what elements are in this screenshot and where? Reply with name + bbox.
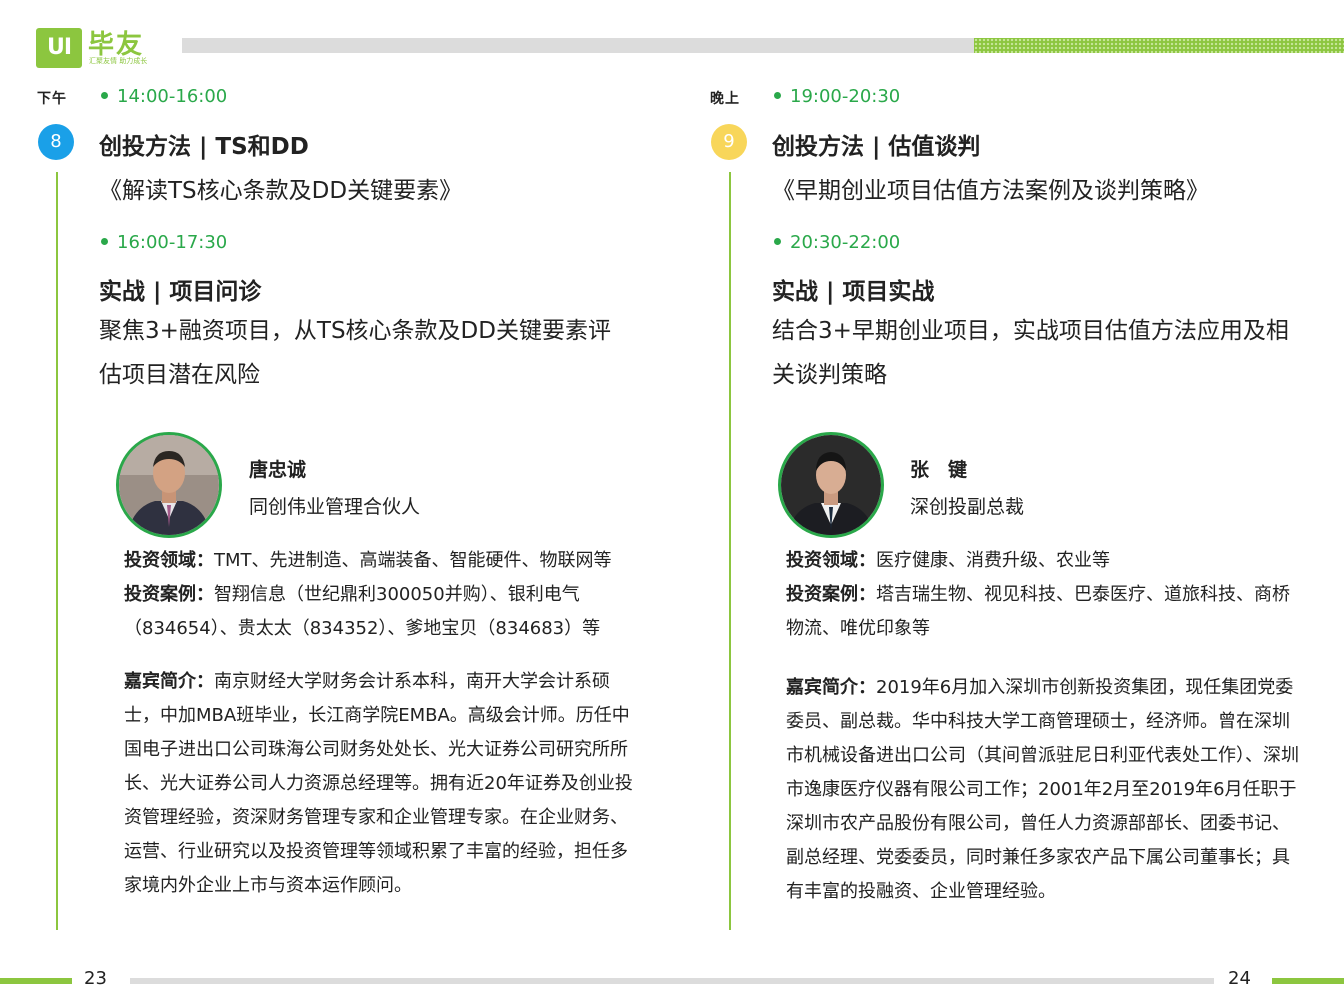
session-number-badge: 9 <box>711 124 747 160</box>
bullet-dot-icon <box>774 91 781 99</box>
session-subtitle: 《解读TS核心条款及DD关键要素》 <box>99 178 463 204</box>
session-number-badge: 8 <box>38 124 74 160</box>
brand-slogan: 汇聚友情 助力成长 <box>89 57 148 65</box>
session-time: 14:00-16:00 <box>101 86 227 107</box>
session-time: 20:30-22:00 <box>774 232 900 253</box>
speaker-name: 唐忠诚 <box>249 459 307 481</box>
footer-bar <box>130 978 1214 984</box>
logo-mark: UI <box>36 28 82 68</box>
speaker-bio: 嘉宾简介：南京财经大学财务会计系本科，南开大学会计系硕士，中加MBA班毕业，长江… <box>124 671 633 896</box>
speaker-photo-icon <box>781 435 881 535</box>
bullet-dot-icon <box>774 237 781 245</box>
speaker-role: 深创投副总裁 <box>910 496 1025 518</box>
footer-accent-right <box>1272 978 1344 984</box>
page-number-left: 23 <box>84 968 107 989</box>
bullet-dot-icon <box>101 237 108 245</box>
investment-field: 投资领域：TMT、先进制造、高端装备、智能硬件、物联网等 <box>124 550 612 571</box>
speaker-avatar <box>778 432 884 538</box>
header-bar-accent <box>974 38 1344 53</box>
session-title: 实战 | 项目实战 <box>772 279 935 305</box>
investment-cases: 投资案例：智翔信息（世纪鼎利300050并购）、银利电气（834654）、贵太太… <box>124 584 601 639</box>
bullet-dot-icon <box>101 91 108 99</box>
timeline-line <box>56 172 58 930</box>
session-title: 创投方法 | TS和DD <box>99 134 309 160</box>
session-description: 结合3+早期创业项目，实战项目估值方法应用及相 关谈判策略 <box>772 318 1289 388</box>
session-title: 实战 | 项目问诊 <box>99 279 262 305</box>
investment-field: 投资领域：医疗健康、消费升级、农业等 <box>786 550 1110 571</box>
speaker-role: 同创伟业管理合伙人 <box>249 496 421 518</box>
session-description: 聚焦3+融资项目，从TS核心条款及DD关键要素评 估项目潜在风险 <box>99 318 611 388</box>
footer-accent-left <box>0 978 72 984</box>
timeline-line <box>729 172 731 930</box>
speaker-name: 张 键 <box>910 459 968 481</box>
session-time: 19:00-20:30 <box>774 86 900 107</box>
period-label-afternoon: 下午 <box>37 91 67 107</box>
speaker-bio: 嘉宾简介：2019年6月加入深圳市创新投资集团，现任集团党委委员、副总裁。华中科… <box>786 677 1299 902</box>
session-time: 16:00-17:30 <box>101 232 227 253</box>
investment-cases: 投资案例：塔吉瑞生物、视见科技、巴泰医疗、道旅科技、商桥物流、唯优印象等 <box>786 584 1290 639</box>
speaker-photo-icon <box>119 435 219 535</box>
session-subtitle: 《早期创业项目估值方法案例及谈判策略》 <box>772 178 1209 204</box>
session-title: 创投方法 | 估值谈判 <box>772 134 981 160</box>
header-bar <box>182 38 974 53</box>
page-number-right: 24 <box>1228 968 1251 989</box>
period-label-evening: 晚上 <box>710 91 740 107</box>
speaker-avatar <box>116 432 222 538</box>
